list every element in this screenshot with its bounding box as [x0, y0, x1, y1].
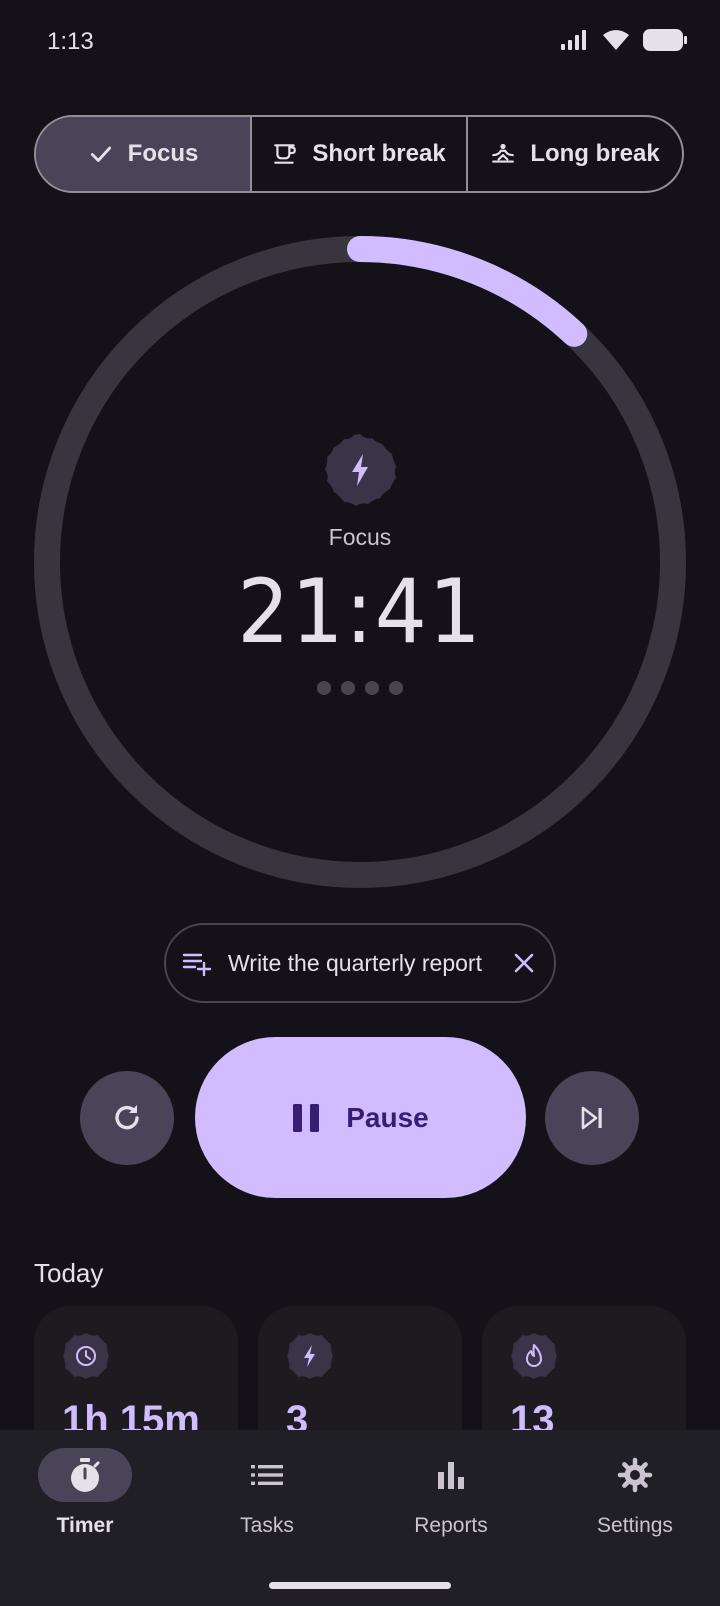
refresh-icon	[115, 1105, 139, 1130]
close-icon[interactable]	[512, 951, 536, 975]
signal-icon	[561, 30, 586, 50]
check-icon	[90, 146, 111, 162]
today-section-title: Today	[34, 1258, 104, 1288]
nav-indicator	[588, 1448, 682, 1502]
wifi-icon	[603, 30, 629, 50]
focus-badge-icon	[325, 434, 396, 506]
mode-long-break-button[interactable]: Long break	[466, 117, 682, 191]
mode-short-break-label: Short break	[312, 140, 446, 167]
stopwatch-icon	[71, 1458, 100, 1492]
bar-chart-icon	[438, 1462, 464, 1489]
mode-selector: Focus Short break Long break	[34, 115, 684, 193]
nav-label: Reports	[414, 1514, 488, 1537]
battery-icon	[643, 29, 687, 51]
nav-label: Settings	[597, 1514, 673, 1537]
skip-next-icon	[581, 1106, 602, 1130]
nav-indicator	[38, 1448, 132, 1502]
flame-icon	[511, 1333, 557, 1379]
status-time: 1:13	[47, 28, 94, 55]
session-dot	[317, 681, 331, 695]
timer-ring-progress	[347, 236, 588, 347]
current-task-chip[interactable]: Write the quarterly report	[164, 923, 556, 1003]
nav-label: Tasks	[240, 1514, 294, 1537]
reset-button[interactable]	[80, 1071, 174, 1165]
nav-item-reports[interactable]: Reports	[381, 1448, 521, 1538]
pause-button[interactable]: Pause	[195, 1037, 526, 1198]
gear-icon	[617, 1457, 653, 1493]
mode-long-break-label: Long break	[530, 140, 660, 167]
nav-indicator	[404, 1448, 498, 1502]
meditation-icon	[492, 143, 515, 163]
session-dot	[341, 681, 355, 695]
mode-focus-label: Focus	[127, 140, 199, 167]
timer-mode-label: Focus	[328, 524, 392, 550]
nav-item-tasks[interactable]: Tasks	[197, 1448, 337, 1538]
playlist-add-icon	[182, 953, 212, 976]
pause-icon	[293, 1103, 320, 1132]
bolt-icon	[287, 1333, 333, 1379]
nav-label: Timer	[56, 1514, 114, 1537]
session-dots	[317, 681, 403, 695]
nav-item-timer[interactable]: Timer	[15, 1448, 155, 1538]
mode-short-break-button[interactable]: Short break	[250, 117, 466, 191]
list-icon	[251, 1465, 283, 1485]
timer-display: 21:41	[237, 560, 483, 663]
status-icons	[560, 28, 688, 52]
clock-icon	[63, 1333, 109, 1379]
skip-button[interactable]	[545, 1071, 639, 1165]
nav-item-settings[interactable]: Settings	[565, 1448, 705, 1538]
current-task-text: Write the quarterly report	[228, 949, 482, 976]
coffee-icon	[274, 144, 297, 164]
nav-indicator	[220, 1448, 314, 1502]
home-indicator[interactable]	[269, 1582, 451, 1589]
session-dot	[365, 681, 379, 695]
session-dot	[389, 681, 403, 695]
pause-label: Pause	[346, 1101, 429, 1133]
bottom-navigation: Timer Tasks Reports Settings	[0, 1430, 720, 1606]
mode-focus-button[interactable]: Focus	[36, 117, 250, 191]
